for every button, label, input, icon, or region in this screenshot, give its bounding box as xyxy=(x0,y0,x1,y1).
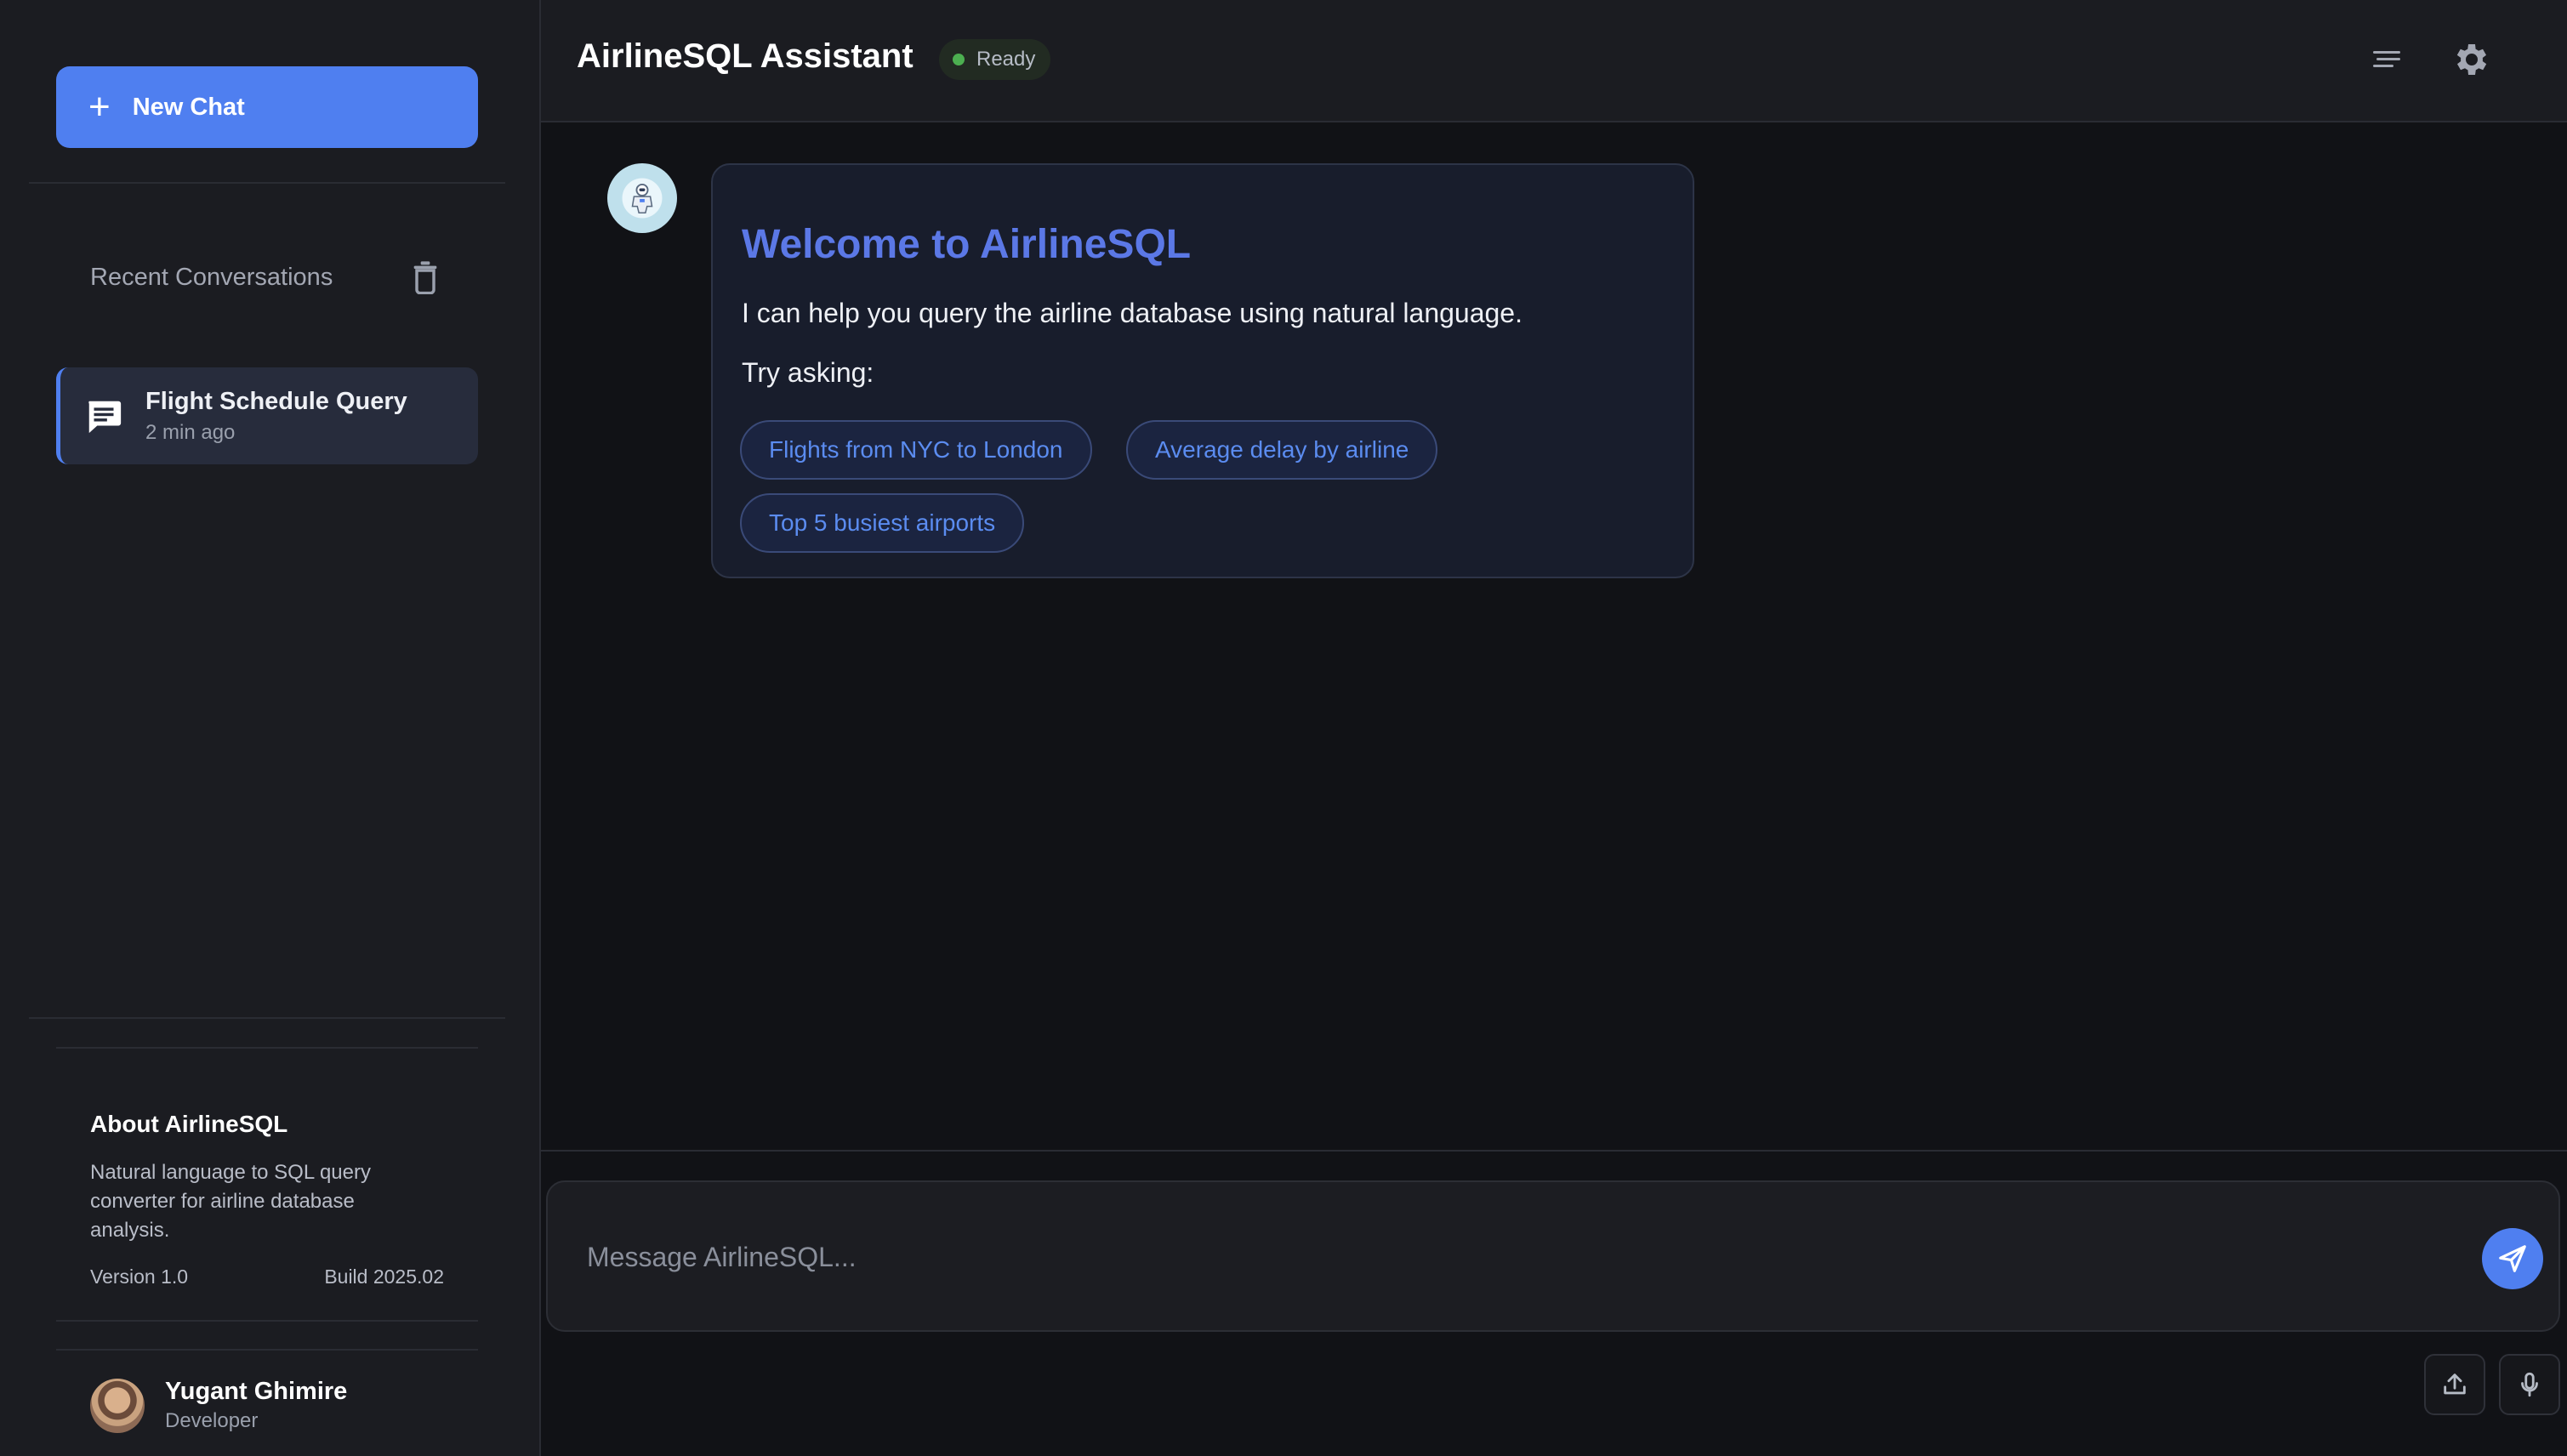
recent-conversations-header: Recent Conversations xyxy=(90,260,439,294)
suggestion-chip[interactable]: Top 5 busiest airports xyxy=(740,493,1025,553)
sidebar-divider xyxy=(29,182,505,184)
astronaut-icon xyxy=(631,183,653,214)
new-chat-button[interactable]: + New Chat xyxy=(56,66,478,148)
suggestion-chip[interactable]: Flights from NYC to London xyxy=(740,420,1092,480)
trash-icon[interactable] xyxy=(412,260,439,294)
try-asking-label: Try asking: xyxy=(742,357,874,388)
upload-icon xyxy=(2444,1374,2466,1395)
about-meta: Version 1.0 Build 2025.02 xyxy=(90,1265,444,1288)
about-description: Natural language to SQL query converter … xyxy=(90,1161,371,1242)
sidebar-divider xyxy=(56,1320,478,1322)
status-dot-icon xyxy=(953,54,965,65)
welcome-text: I can help you query the airline databas… xyxy=(742,298,1523,328)
menu-lines-icon[interactable] xyxy=(2370,44,2404,75)
conversation-time: 2 min ago xyxy=(145,420,236,444)
new-chat-label: New Chat xyxy=(132,93,245,121)
app-root: + New Chat Recent Conversations Flight S… xyxy=(0,0,2567,1456)
microphone-icon xyxy=(2521,1372,2538,1397)
chat-bubble-icon xyxy=(88,401,122,434)
message-input[interactable] xyxy=(587,1231,2416,1283)
main-panel: AirlineSQL Assistant Ready Welcome to Ai… xyxy=(541,0,2567,1456)
assistant-avatar xyxy=(607,163,677,233)
send-button[interactable] xyxy=(2482,1228,2543,1289)
message-composer xyxy=(546,1180,2560,1332)
gear-icon[interactable] xyxy=(2450,39,2490,80)
about-section: About AirlineSQL Natural language to SQL… xyxy=(90,1111,444,1288)
user-name: Yugant Ghimire xyxy=(165,1378,348,1405)
sidebar-divider xyxy=(56,1349,478,1351)
send-icon xyxy=(2499,1245,2526,1272)
suggestion-chip[interactable]: Average delay by airline xyxy=(1126,420,1438,480)
user-profile[interactable]: Yugant Ghimire Developer xyxy=(90,1378,347,1433)
conversation-item[interactable]: Flight Schedule Query 2 min ago xyxy=(56,367,478,464)
conversation-text: Flight Schedule Query 2 min ago xyxy=(145,388,407,445)
sidebar-divider xyxy=(56,1047,478,1049)
welcome-card: Welcome to AirlineSQL I can help you que… xyxy=(711,163,1694,578)
status-label: Ready xyxy=(976,48,1036,71)
conversation-title: Flight Schedule Query xyxy=(145,387,407,415)
sidebar: + New Chat Recent Conversations Flight S… xyxy=(0,0,541,1456)
sidebar-divider xyxy=(29,1017,505,1019)
status-badge: Ready xyxy=(939,39,1051,80)
avatar xyxy=(90,1378,145,1433)
user-role: Developer xyxy=(165,1409,259,1432)
top-bar: AirlineSQL Assistant Ready xyxy=(541,0,2567,122)
welcome-title: Welcome to AirlineSQL xyxy=(742,222,1192,267)
microphone-button[interactable] xyxy=(2499,1354,2560,1415)
recent-conversations-title: Recent Conversations xyxy=(90,263,333,291)
composer-divider xyxy=(541,1150,2567,1152)
upload-button[interactable] xyxy=(2424,1354,2485,1415)
about-title: About AirlineSQL xyxy=(90,1111,288,1137)
page-title: AirlineSQL Assistant xyxy=(577,37,914,75)
user-info: Yugant Ghimire Developer xyxy=(165,1378,347,1433)
build-label: Build 2025.02 xyxy=(324,1265,444,1288)
version-label: Version 1.0 xyxy=(90,1265,189,1288)
plus-icon: + xyxy=(88,86,111,128)
